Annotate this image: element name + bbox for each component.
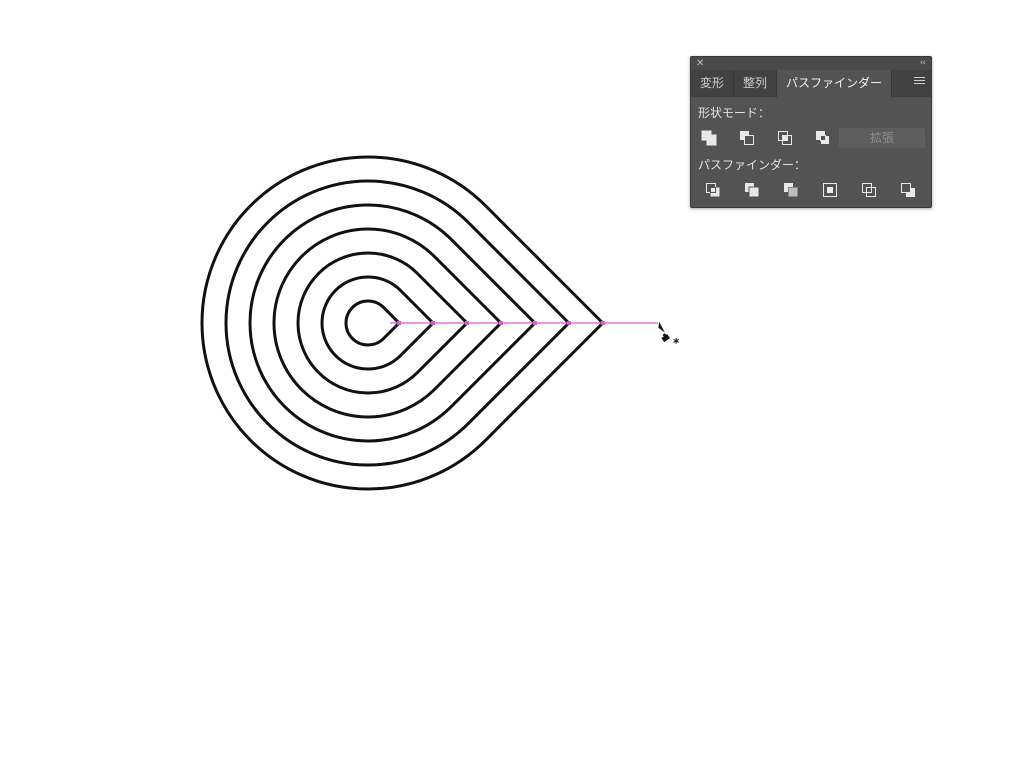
- expand-button[interactable]: 拡張: [839, 128, 925, 148]
- anchor-point[interactable]: [464, 321, 469, 325]
- anchor-point[interactable]: [566, 321, 571, 325]
- exclude-icon[interactable]: [813, 128, 833, 148]
- merge-icon[interactable]: [781, 180, 801, 200]
- divide-icon[interactable]: [703, 180, 723, 200]
- anchor-point[interactable]: [431, 321, 436, 325]
- collapse-icon[interactable]: ‹‹: [920, 57, 926, 70]
- tab-pathfinder[interactable]: パスファインダー: [777, 70, 893, 97]
- pathfinder-label: パスファインダー：: [698, 158, 807, 172]
- intersect-icon[interactable]: [775, 128, 795, 148]
- unite-icon[interactable]: [699, 128, 719, 148]
- minus-front-icon[interactable]: [737, 128, 757, 148]
- cursor-modifier-label: *: [673, 336, 680, 348]
- pen-tool-icon: *: [655, 318, 683, 350]
- tab-transform[interactable]: 変形: [691, 70, 735, 97]
- panel-tabs: 変形 整列 パスファインダー: [691, 70, 931, 97]
- anchor-point[interactable]: [498, 321, 503, 325]
- shape-mode-label: 形状モード：: [698, 106, 771, 120]
- crop-icon[interactable]: [820, 180, 840, 200]
- minus-back-icon[interactable]: [898, 180, 918, 200]
- anchor-point[interactable]: [397, 321, 402, 325]
- tab-align[interactable]: 整列: [734, 70, 778, 97]
- pathfinder-panel[interactable]: ✕ ‹‹ 変形 整列 パスファインダー 形状モード： 拡張 パスファインダー：: [690, 56, 932, 208]
- anchor-point[interactable]: [600, 321, 605, 325]
- panel-menu-icon[interactable]: [914, 77, 925, 88]
- trim-icon[interactable]: [742, 180, 762, 200]
- panel-titlebar[interactable]: ✕ ‹‹: [691, 57, 931, 70]
- close-icon[interactable]: ✕: [696, 57, 704, 70]
- anchor-point[interactable]: [532, 321, 537, 325]
- outline-icon[interactable]: [859, 180, 879, 200]
